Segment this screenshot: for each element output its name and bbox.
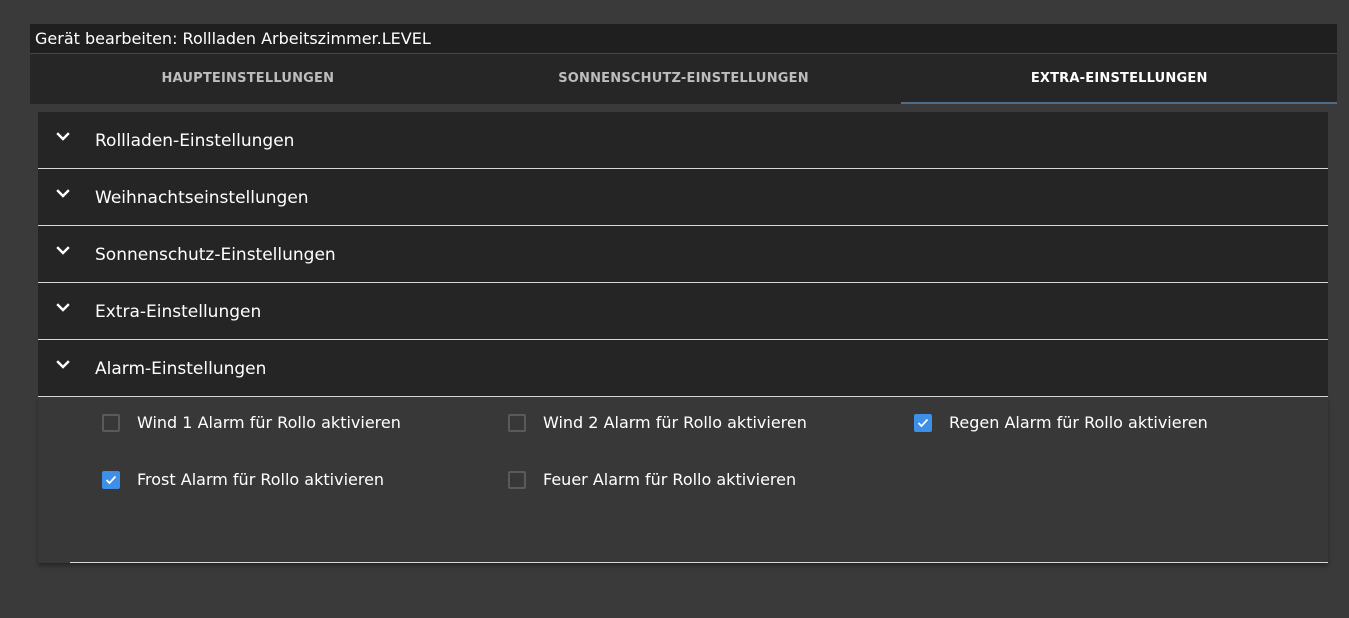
checkbox-label: Feuer Alarm für Rollo aktivieren <box>543 470 797 489</box>
checkbox-label: Wind 2 Alarm für Rollo aktivieren <box>543 413 807 432</box>
chevron-down-icon <box>56 187 70 201</box>
chevron-down-icon <box>56 130 70 144</box>
section-label: Weihnachtseinstellungen <box>95 188 309 208</box>
tab-bar: HAUPTEINSTELLUNGEN SONNENSCHUTZ-EINSTELL… <box>30 54 1337 104</box>
tab-extra-einstellungen[interactable]: EXTRA-EINSTELLUNGEN <box>901 54 1337 104</box>
divider <box>70 562 1328 563</box>
section-rollladen-einstellungen[interactable]: Rollladen-Einstellungen <box>38 112 1328 169</box>
dialog-title: Gerät bearbeiten: Rollladen Arbeitszimme… <box>30 24 1337 54</box>
section-alarm-einstellungen[interactable]: Alarm-Einstellungen <box>38 340 1328 397</box>
chevron-down-icon <box>56 358 70 372</box>
tab-sonnenschutz-einstellungen[interactable]: SONNENSCHUTZ-EINSTELLUNGEN <box>466 54 902 104</box>
section-weihnachtseinstellungen[interactable]: Weihnachtseinstellungen <box>38 169 1328 226</box>
section-sonnenschutz-einstellungen[interactable]: Sonnenschutz-Einstellungen <box>38 226 1328 283</box>
checkbox-row: Frost Alarm für Rollo aktivieren Feuer A… <box>38 470 1328 494</box>
section-label: Extra-Einstellungen <box>95 302 262 322</box>
frost-alarm-checkbox[interactable]: Frost Alarm für Rollo aktivieren <box>102 470 384 489</box>
checkbox-row: Wind 1 Alarm für Rollo aktivieren Wind 2… <box>38 413 1328 437</box>
section-label: Alarm-Einstellungen <box>95 359 267 379</box>
checkbox-box[interactable] <box>102 413 120 432</box>
checkbox-box[interactable] <box>508 413 526 432</box>
alarm-settings-content: Wind 1 Alarm für Rollo aktivieren Wind 2… <box>38 397 1328 563</box>
section-label: Rollladen-Einstellungen <box>95 131 295 151</box>
checkbox-box[interactable] <box>102 470 120 489</box>
wind2-alarm-checkbox[interactable]: Wind 2 Alarm für Rollo aktivieren <box>508 413 807 432</box>
checkbox-box[interactable] <box>914 413 932 432</box>
section-label: Sonnenschutz-Einstellungen <box>95 245 336 265</box>
checkmark-icon <box>105 475 117 484</box>
checkbox-label: Frost Alarm für Rollo aktivieren <box>137 470 385 489</box>
regen-alarm-checkbox[interactable]: Regen Alarm für Rollo aktivieren <box>914 413 1208 432</box>
checkmark-icon <box>917 418 929 427</box>
checkbox-label: Regen Alarm für Rollo aktivieren <box>949 413 1208 432</box>
chevron-down-icon <box>56 244 70 258</box>
tab-haupteinstellungen[interactable]: HAUPTEINSTELLUNGEN <box>30 54 466 104</box>
settings-panel: Rollladen-Einstellungen Weihnachtseinste… <box>38 112 1328 563</box>
wind1-alarm-checkbox[interactable]: Wind 1 Alarm für Rollo aktivieren <box>102 413 401 432</box>
checkbox-label: Wind 1 Alarm für Rollo aktivieren <box>137 413 401 432</box>
edit-device-dialog: Gerät bearbeiten: Rollladen Arbeitszimme… <box>30 24 1337 104</box>
chevron-down-icon <box>56 301 70 315</box>
checkbox-box[interactable] <box>508 470 526 489</box>
feuer-alarm-checkbox[interactable]: Feuer Alarm für Rollo aktivieren <box>508 470 796 489</box>
section-extra-einstellungen[interactable]: Extra-Einstellungen <box>38 283 1328 340</box>
